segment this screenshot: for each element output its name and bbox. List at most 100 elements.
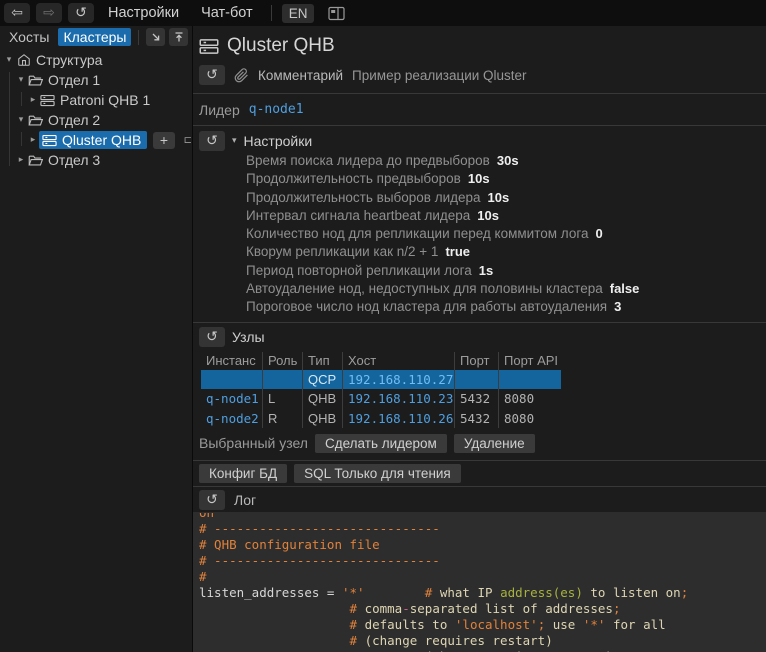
settings-list: Время поиска лидера до предвыборов30s Пр… [193,153,766,318]
cell-port: 5432 [455,409,499,429]
refresh-icon: ↺ [206,329,218,345]
settings-title[interactable]: Настройки [244,133,313,149]
setting-value: false [610,281,640,296]
nodes-title: Узлы [232,329,265,345]
server-icon [39,94,56,107]
tree-item-structure[interactable]: ▾ Структура [0,50,192,70]
menu-settings[interactable]: Настройки [100,5,187,21]
cell-role: L [263,389,303,409]
cell-type: QHB [303,409,343,429]
tab-clusters[interactable]: Кластеры [58,28,131,46]
menubar: ⇦ ⇨ ↺ Настройки Чат-бот EN [0,0,766,26]
cell-port: 5432 [455,389,499,409]
nodes-table: Инстанс Роль Тип Хост Порт Порт API QCP … [195,352,561,429]
forward-button[interactable]: ⇨ [36,3,62,23]
refresh-log-button[interactable]: ↺ [199,490,225,510]
settings-header: ↺ ▾ Настройки [193,128,766,153]
tree-item-patroni-qhb-1[interactable]: ▸ Patroni QHB 1 [0,90,192,110]
folder-icon [27,114,44,127]
divider [193,125,766,126]
cell-api-port: 8080 [499,389,567,409]
setting-value: 0 [595,226,602,241]
back-icon: ⇦ [11,4,23,22]
column-header[interactable]: Порт [455,352,499,370]
cell-instance[interactable]: q-node1 [201,389,263,409]
collapsed-arrow-icon[interactable]: ▸ [15,155,27,165]
cell-api-port: 8080 [499,409,567,429]
leader-node-link[interactable]: q-node1 [249,102,304,117]
selected-node-label: Выбранный узел [199,435,308,451]
comment-label: Комментарий [258,68,343,83]
tree-indent-guide [9,72,10,166]
setting-item: Интервал сигнала heartbeat лидера10s [193,208,766,226]
language-button[interactable]: EN [282,4,315,23]
setting-label: Период повторной репликации лога [246,263,472,278]
tree-item-label: Patroni QHB 1 [60,92,150,108]
setting-label: Интервал сигнала heartbeat лидера [246,208,470,223]
expand-arrow-icon[interactable]: ▾ [15,75,27,85]
arrow-up-to-bar-icon [173,31,185,43]
cell-host[interactable]: 192.168.110.23 [343,389,455,409]
server-icon [199,38,219,55]
column-header[interactable]: Хост [343,352,455,370]
nodes-header: ↺ Узлы [193,325,766,350]
collapse-all-button[interactable] [146,28,165,46]
collapsed-arrow-icon[interactable]: ▸ [27,135,39,145]
expand-arrow-icon[interactable]: ▾ [3,55,15,65]
cell-instance[interactable]: q-node2 [201,409,263,429]
column-header[interactable]: Инстанс [201,352,263,370]
node-actions: Выбранный узел Сделать лидером Удаление [193,430,766,456]
forward-icon: ⇨ [43,4,55,22]
column-header[interactable]: Тип [303,352,343,370]
folder-icon [27,74,44,87]
tree-item-label: Отдел 2 [48,112,100,128]
refresh-comment-button[interactable]: ↺ [199,65,225,85]
divider [193,322,766,323]
tree-item-label: Отдел 1 [48,72,100,88]
column-header[interactable]: Порт API [499,352,567,370]
collapsed-arrow-icon[interactable]: ▸ [27,95,39,105]
setting-label: Продолжительность выборов лидера [246,190,481,205]
tree-item-otdel-2[interactable]: ▾ Отдел 2 [0,110,192,130]
table-row[interactable]: q-node2 R QHB 192.168.110.26 5432 8080 [201,409,561,429]
make-leader-button[interactable]: Сделать лидером [315,434,447,453]
add-cluster-button[interactable]: + [153,132,174,149]
refresh-settings-button[interactable]: ↺ [199,131,225,151]
expand-to-top-button[interactable] [169,28,188,46]
delete-node-button[interactable]: Удаление [454,434,535,453]
table-row-selected[interactable]: QCP 192.168.110.27 [201,370,561,390]
folder-icon [27,154,44,167]
tree-item-otdel-1[interactable]: ▾ Отдел 1 [0,70,192,90]
log-title: Лог [234,492,256,508]
expand-arrow-icon[interactable]: ▾ [15,115,27,125]
setting-label: Количество нод для репликации перед комм… [246,226,588,241]
collapse-triangle-icon[interactable]: ▾ [232,136,237,146]
setting-label: Кворум репликации как n/2 + 1 [246,244,438,259]
tree-item-otdel-3[interactable]: ▸ Отдел 3 [0,150,192,170]
refresh-icon: ↺ [206,67,218,83]
tab-hosts[interactable]: Хосты [4,28,54,46]
tree-item-qluster-qhb[interactable]: ▸ Qluster QHB + ⊏ [0,130,192,150]
selected-tree-item[interactable]: Qluster QHB [39,131,147,149]
log-lines[interactable]: on# ------------------------------# QHB … [193,512,766,652]
tab-sql-readonly[interactable]: SQL Только для чтения [294,464,461,483]
refresh-button[interactable]: ↺ [68,3,94,23]
arrow-southeast-icon [150,31,162,43]
cell-host[interactable]: 192.168.110.26 [343,409,455,429]
layout-panel-icon[interactable] [328,6,345,21]
setting-value: 1s [479,263,493,278]
refresh-nodes-button[interactable]: ↺ [199,327,225,347]
back-button[interactable]: ⇦ [4,3,30,23]
cell-api-port [499,370,567,390]
tab-db-config[interactable]: Конфиг БД [199,464,287,483]
menu-chatbot[interactable]: Чат-бот [193,5,261,21]
setting-label: Пороговое число нод кластера для работы … [246,299,607,314]
setting-label: Продолжительность предвыборов [246,171,461,186]
setting-label: Время поиска лидера до предвыборов [246,153,490,168]
setting-label: Автоудаление нод, недоступных для полови… [246,281,603,296]
cell-port [455,370,499,390]
bottom-tabs: Конфиг БД SQL Только для чтения [193,461,766,486]
column-header[interactable]: Роль [263,352,303,370]
table-header-row: Инстанс Роль Тип Хост Порт Порт API [201,352,561,370]
table-row[interactable]: q-node1 L QHB 192.168.110.23 5432 8080 [201,389,561,409]
